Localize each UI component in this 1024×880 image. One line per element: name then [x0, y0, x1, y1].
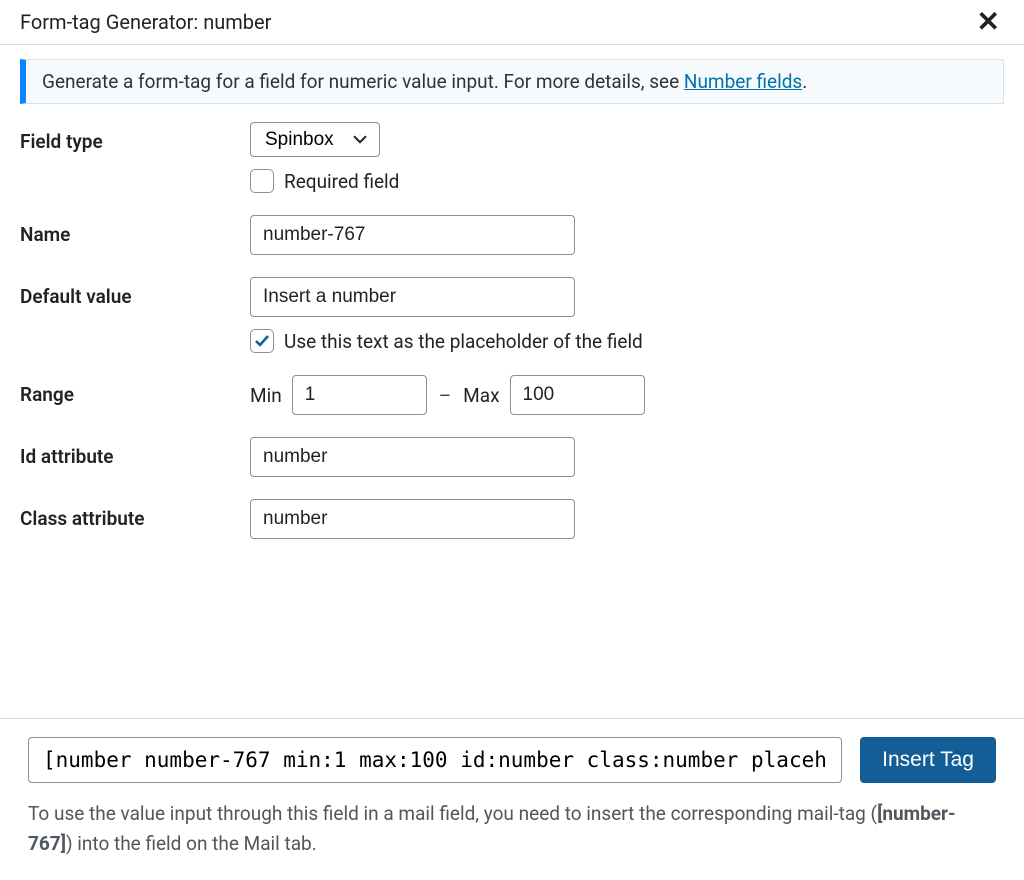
close-icon[interactable]: ✕	[973, 8, 1004, 36]
label-default-value: Default value	[20, 277, 250, 308]
footer-note-after: ) into the field on the Mail tab.	[66, 832, 317, 855]
id-attribute-input[interactable]	[250, 437, 575, 477]
dialog-title: Form-tag Generator: number	[20, 10, 271, 34]
row-name: Name	[20, 215, 1004, 255]
range-dash: –	[439, 384, 451, 407]
info-bar: Generate a form-tag for a field for nume…	[20, 59, 1004, 104]
class-attribute-input[interactable]	[250, 499, 575, 539]
dialog-footer: Insert Tag To use the value input throug…	[0, 718, 1024, 880]
label-range: Range	[20, 375, 250, 406]
footer-note: To use the value input through this fiel…	[28, 799, 996, 858]
form-tag-generator-dialog: Form-tag Generator: number ✕ Generate a …	[0, 0, 1024, 880]
dialog-header: Form-tag Generator: number ✕	[0, 0, 1024, 45]
required-field-checkbox[interactable]	[250, 169, 274, 193]
max-input[interactable]	[510, 375, 645, 415]
required-field-label: Required field	[284, 170, 399, 193]
placeholder-checkbox-label: Use this text as the placeholder of the …	[284, 330, 643, 353]
name-input[interactable]	[250, 215, 575, 255]
label-field-type: Field type	[20, 122, 250, 153]
label-min: Min	[250, 384, 282, 407]
insert-tag-button[interactable]: Insert Tag	[860, 737, 996, 783]
row-default-value: Default value Use this text as the place…	[20, 277, 1004, 353]
row-field-type: Field type Spinbox Required field	[20, 122, 1004, 193]
field-type-select[interactable]: Spinbox	[250, 122, 380, 157]
default-value-input[interactable]	[250, 277, 575, 317]
info-text-after: .	[802, 70, 807, 93]
row-class-attribute: Class attribute	[20, 499, 1004, 539]
form-area: Field type Spinbox Required field	[0, 122, 1024, 718]
tag-output[interactable]	[28, 737, 842, 783]
row-range: Range Min – Max	[20, 375, 1004, 415]
label-name: Name	[20, 215, 250, 246]
info-text-before: Generate a form-tag for a field for nume…	[42, 70, 684, 93]
info-link[interactable]: Number fields	[684, 70, 802, 93]
label-id-attribute: Id attribute	[20, 437, 250, 468]
label-max: Max	[463, 384, 499, 407]
label-class-attribute: Class attribute	[20, 499, 250, 530]
placeholder-checkbox[interactable]	[250, 329, 274, 353]
footer-note-before: To use the value input through this fiel…	[28, 802, 877, 825]
row-id-attribute: Id attribute	[20, 437, 1004, 477]
min-input[interactable]	[292, 375, 427, 415]
